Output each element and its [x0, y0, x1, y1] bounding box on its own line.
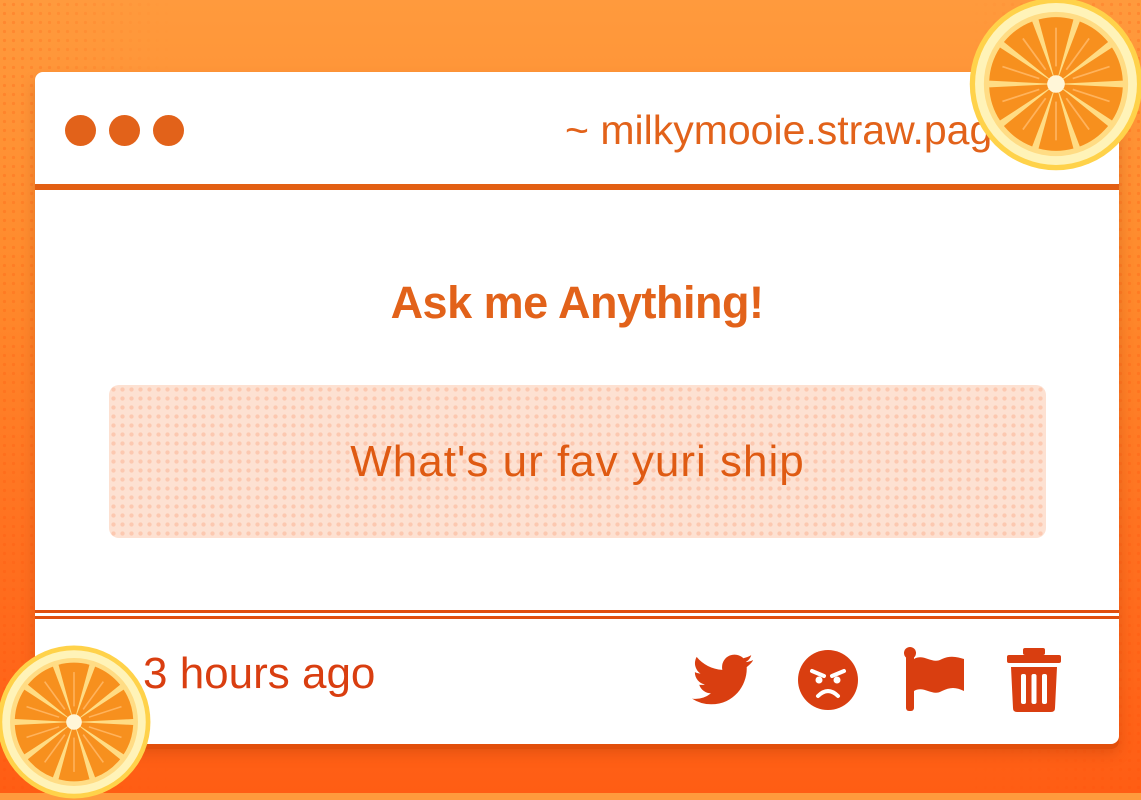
timestamp: 3 hours ago — [143, 649, 376, 698]
share-twitter-button[interactable] — [690, 647, 756, 713]
window-dot-icon[interactable] — [153, 115, 184, 146]
delete-button[interactable] — [1001, 647, 1067, 713]
orange-slice-icon — [0, 645, 151, 799]
flag-icon — [904, 647, 964, 711]
footer: 3 hours ago — [35, 619, 1119, 744]
trash-icon — [1007, 648, 1061, 712]
window-dot-icon[interactable] — [109, 115, 140, 146]
question-box: What's ur fav yuri ship — [109, 385, 1046, 538]
divider — [35, 610, 1119, 619]
question-text: What's ur fav yuri ship — [350, 436, 805, 486]
report-button[interactable] — [901, 647, 967, 713]
title-bar: ~ milkymooie.straw.page — [35, 72, 1119, 184]
divider — [35, 184, 1119, 190]
react-button[interactable] — [795, 647, 861, 713]
window-dot-icon[interactable] — [65, 115, 96, 146]
orange-slice-icon — [969, 0, 1141, 171]
twitter-icon — [692, 654, 753, 705]
page-title: Ask me Anything! — [390, 277, 764, 328]
browser-window: ~ milkymooie.straw.page Ask me Anything!… — [35, 72, 1119, 744]
angry-face-icon — [798, 650, 858, 710]
